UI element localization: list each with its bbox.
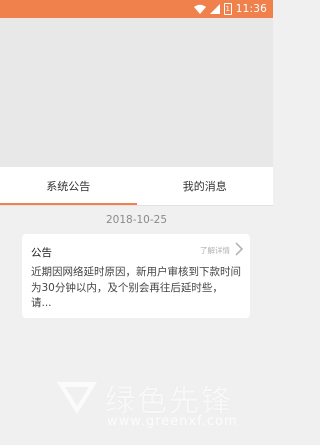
battery-level: 1 bbox=[225, 4, 230, 13]
tab-divider bbox=[0, 205, 273, 206]
watermark-url: www.greenxf.com bbox=[107, 414, 238, 429]
tab-system-notice-label: 系统公告 bbox=[46, 180, 91, 193]
tab-my-messages-label: 我的消息 bbox=[182, 180, 227, 193]
status-icons: 1 11:36 bbox=[193, 0, 267, 18]
tab-system-notice[interactable]: 系统公告 bbox=[0, 167, 137, 205]
notice-more-link[interactable]: 了解详情 bbox=[200, 245, 230, 256]
status-bar: 1 11:36 bbox=[0, 0, 273, 18]
tab-bar: 系统公告 我的消息 bbox=[0, 167, 273, 205]
notice-date: 2018-10-25 bbox=[105, 214, 168, 226]
wifi-icon bbox=[193, 4, 206, 14]
tab-my-messages[interactable]: 我的消息 bbox=[137, 167, 274, 205]
banner-area bbox=[0, 18, 273, 167]
notice-body: 近期因网络延时原因，新用户审核到下款时间为30分钟以内，及个别会再往后延时些，请… bbox=[31, 266, 241, 309]
signal-icon bbox=[209, 4, 220, 14]
notice-title: 公告 bbox=[31, 247, 52, 259]
watermark-logo-icon bbox=[57, 382, 97, 414]
watermark-text: 绿色先锋 bbox=[105, 384, 233, 419]
watermark: 绿色先锋 www.greenxf.com bbox=[55, 376, 265, 436]
status-time: 11:36 bbox=[235, 3, 267, 15]
notice-card[interactable]: 公告 了解详情 近期因网络延时原因，新用户审核到下款时间为30分钟以内，及个别会… bbox=[22, 234, 250, 318]
battery-icon: 1 bbox=[223, 3, 232, 15]
chevron-right-icon[interactable] bbox=[234, 242, 244, 256]
